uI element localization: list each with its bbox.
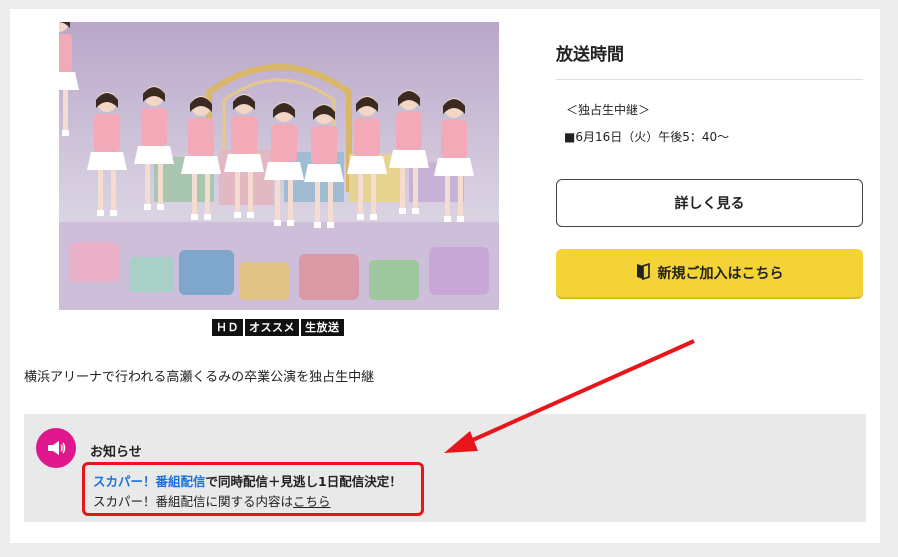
notice-line-1: スカパー！番組配信で同時配信＋見逃し1日配信決定！ — [93, 471, 402, 490]
program-card: ＨＤ オススメ 生放送 横浜アリーナで行われる高瀬くるみの卒業公演を独占生中継 … — [10, 9, 880, 543]
join-button-label: 新規ご加入はこちら — [657, 266, 784, 282]
broadcast-datetime: ■6月16日（火）午後5：40～ — [564, 130, 730, 144]
program-image — [59, 22, 499, 310]
detail-button-label: 詳しく見る — [674, 196, 745, 212]
notice-line-1-text: で同時配信＋見逃し1日配信決定！ — [205, 474, 402, 489]
notice-line-2-text: スカパー！番組配信に関する内容は — [93, 494, 294, 509]
recommended-badge: オススメ — [245, 319, 299, 336]
book-icon — [636, 262, 650, 284]
join-button[interactable]: 新規ご加入はこちら — [556, 249, 863, 297]
detail-button[interactable]: 詳しく見る — [556, 179, 863, 227]
live-badge: 生放送 — [301, 319, 344, 336]
hd-badge: ＨＤ — [212, 319, 243, 336]
notice-highlight-box: スカパー！番組配信で同時配信＋見逃し1日配信決定！ スカパー！番組配信に関する内… — [82, 462, 424, 516]
notice-here-link[interactable]: こちら — [293, 494, 331, 509]
program-badges: ＨＤ オススメ 生放送 — [212, 319, 344, 336]
broadcast-title: 放送時間 — [556, 45, 624, 65]
notice-section: お知らせ スカパー！番組配信で同時配信＋見逃し1日配信決定！ スカパー！番組配信… — [24, 414, 866, 522]
notice-line-2: スカパー！番組配信に関する内容はこちら — [93, 491, 331, 510]
divider — [556, 79, 863, 80]
notice-service-link[interactable]: スカパー！番組配信 — [93, 474, 206, 489]
broadcast-note: ＜独占生中継＞ — [566, 103, 651, 117]
program-description: 横浜アリーナで行われる高瀬くるみの卒業公演を独占生中継 — [24, 370, 375, 385]
notice-title: お知らせ — [90, 445, 142, 460]
megaphone-icon — [36, 428, 76, 468]
